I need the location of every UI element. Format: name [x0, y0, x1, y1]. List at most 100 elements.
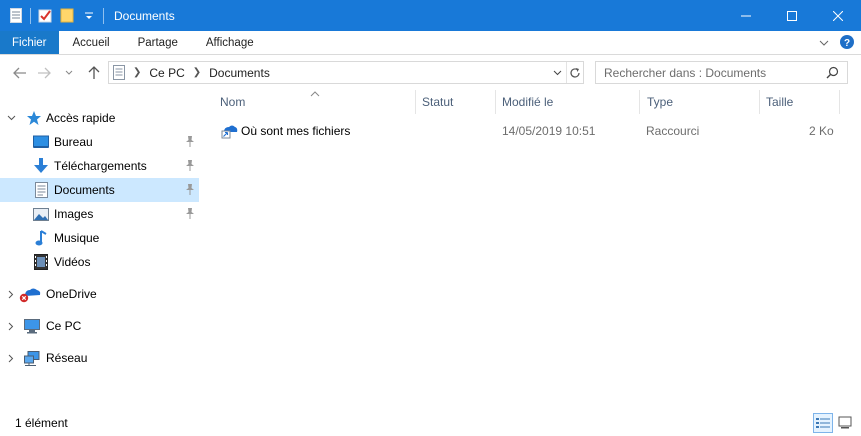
file-type: Raccourci	[646, 124, 700, 138]
file-list: Nom Statut Modifié le Type Taille Où son…	[201, 90, 861, 408]
pin-icon[interactable]	[185, 136, 195, 148]
ribbon-tabs: Fichier Accueil Partage Affichage ?	[0, 31, 861, 55]
nav-item-music[interactable]: Musique	[0, 226, 199, 250]
address-history-button[interactable]	[549, 62, 566, 83]
pin-icon[interactable]	[185, 184, 195, 196]
nav-label: Ce PC	[46, 319, 82, 333]
nav-label: Vidéos	[54, 255, 91, 269]
column-header-size[interactable]: Taille	[766, 90, 793, 114]
close-button[interactable]	[815, 0, 861, 31]
column-divider[interactable]	[495, 90, 496, 114]
customize-toolbar-dropdown-icon[interactable]	[81, 8, 97, 24]
ribbon-right-controls: ?	[819, 33, 855, 53]
nav-label: Documents	[54, 183, 115, 197]
view-switcher	[813, 413, 855, 433]
nav-label: Musique	[54, 231, 100, 245]
details-view-icon	[816, 418, 830, 428]
desktop-icon	[33, 134, 49, 150]
breadcrumb-this-pc[interactable]: Ce PC	[149, 66, 184, 80]
nav-label: Images	[54, 207, 94, 221]
music-icon	[33, 230, 49, 246]
network-icon	[24, 350, 40, 366]
documents-location-icon	[113, 65, 125, 80]
chevron-right-icon[interactable]: ❯	[193, 67, 201, 78]
help-button[interactable]: ?	[839, 34, 855, 53]
tab-view[interactable]: Affichage	[192, 31, 268, 54]
properties-check-icon[interactable]	[37, 8, 53, 24]
toolbar-divider	[103, 7, 104, 24]
chevron-right-icon[interactable]	[6, 322, 16, 331]
status-bar: 1 élément	[0, 410, 861, 436]
recent-locations-button[interactable]	[62, 62, 76, 84]
up-button[interactable]	[83, 62, 105, 84]
back-button[interactable]	[9, 62, 31, 84]
documents-icon	[33, 182, 49, 198]
column-divider[interactable]	[639, 90, 640, 114]
nav-label: Réseau	[46, 351, 88, 365]
tab-share[interactable]: Partage	[124, 31, 192, 54]
forward-arrow-icon	[38, 67, 51, 79]
title-bar: Documents	[0, 0, 861, 31]
address-bar[interactable]: ❯ Ce PC ❯ Documents	[108, 61, 584, 84]
column-header-name[interactable]: Nom	[220, 90, 245, 114]
sort-ascending-icon	[310, 89, 320, 99]
computer-icon	[24, 318, 40, 334]
chevron-down-icon[interactable]	[6, 115, 16, 121]
nav-item-desktop[interactable]: Bureau	[0, 130, 199, 154]
large-icons-view-button[interactable]	[835, 413, 855, 433]
svg-text:?: ?	[844, 38, 850, 49]
column-header-modified[interactable]: Modifié le	[502, 90, 553, 114]
navigation-bar: ❯ Ce PC ❯ Documents	[0, 56, 861, 90]
column-divider[interactable]	[839, 90, 840, 114]
nav-quick-access[interactable]: Accès rapide	[0, 106, 199, 130]
refresh-button[interactable]	[566, 62, 583, 83]
toolbar-divider	[30, 7, 31, 24]
back-arrow-icon	[13, 67, 26, 79]
column-header-type[interactable]: Type	[647, 90, 673, 114]
forward-button[interactable]	[33, 62, 55, 84]
file-row[interactable]: Où sont mes fichiers 14/05/2019 10:51 Ra…	[217, 120, 837, 142]
pictures-icon	[33, 206, 49, 222]
column-header-status[interactable]: Statut	[422, 90, 453, 114]
file-size: 2 Ko	[809, 124, 834, 138]
chevron-right-icon[interactable]	[6, 354, 16, 363]
chevron-down-icon	[65, 70, 73, 75]
nav-label: Bureau	[54, 135, 93, 149]
nav-item-videos[interactable]: Vidéos	[0, 250, 199, 274]
refresh-icon	[570, 67, 580, 78]
chevron-down-icon	[553, 70, 562, 75]
details-view-button[interactable]	[813, 413, 833, 433]
downloads-icon	[33, 158, 49, 174]
close-icon	[833, 10, 843, 21]
nav-item-documents[interactable]: Documents	[0, 178, 199, 202]
nav-item-pictures[interactable]: Images	[0, 202, 199, 226]
column-divider[interactable]	[415, 90, 416, 114]
navigation-pane: Accès rapide Bureau Téléchargements Docu…	[0, 90, 201, 408]
help-icon: ?	[840, 34, 854, 49]
nav-network[interactable]: Réseau	[0, 346, 199, 370]
nav-this-pc[interactable]: Ce PC	[0, 314, 199, 338]
pin-icon[interactable]	[185, 208, 195, 220]
tab-home[interactable]: Accueil	[59, 31, 124, 54]
search-box	[595, 61, 848, 84]
new-folder-icon[interactable]	[59, 8, 75, 24]
tab-file[interactable]: Fichier	[0, 31, 59, 54]
search-icon[interactable]	[826, 66, 839, 82]
address-actions	[549, 62, 583, 83]
large-icons-view-icon	[838, 416, 852, 429]
nav-item-downloads[interactable]: Téléchargements	[0, 154, 199, 178]
column-divider[interactable]	[759, 90, 760, 114]
pin-icon[interactable]	[185, 160, 195, 172]
quick-access-toolbar	[0, 0, 110, 31]
search-input[interactable]	[604, 65, 824, 80]
window-title: Documents	[114, 8, 175, 23]
chevron-right-icon: ❯	[133, 67, 142, 78]
chevron-right-icon[interactable]	[6, 290, 16, 299]
nav-onedrive[interactable]: OneDrive	[0, 282, 199, 306]
expand-ribbon-button[interactable]	[819, 36, 829, 50]
document-properties-icon[interactable]	[8, 8, 24, 24]
file-modified: 14/05/2019 10:51	[502, 124, 596, 138]
breadcrumb-documents[interactable]: Documents	[209, 66, 270, 80]
maximize-button[interactable]	[769, 0, 815, 31]
minimize-button[interactable]	[723, 0, 769, 31]
